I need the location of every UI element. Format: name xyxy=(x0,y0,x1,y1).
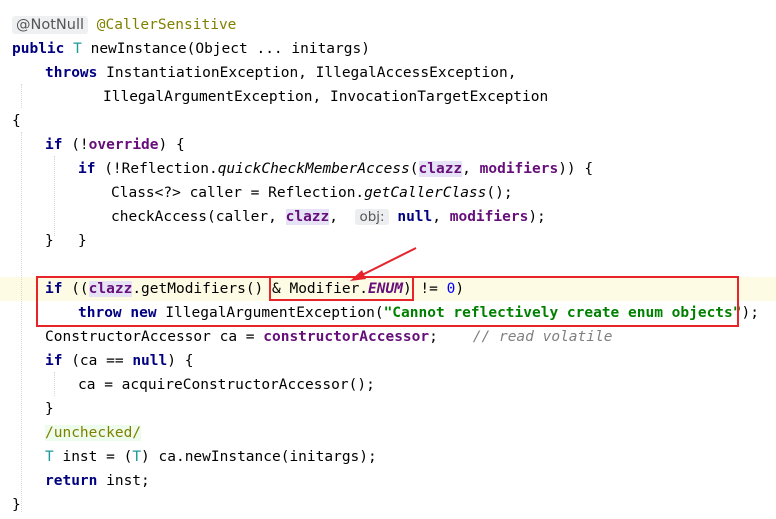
annotation-arrow-icon xyxy=(350,247,417,281)
code-editor[interactable]: @NotNull @CallerSensitive public T newIn… xyxy=(0,0,776,519)
